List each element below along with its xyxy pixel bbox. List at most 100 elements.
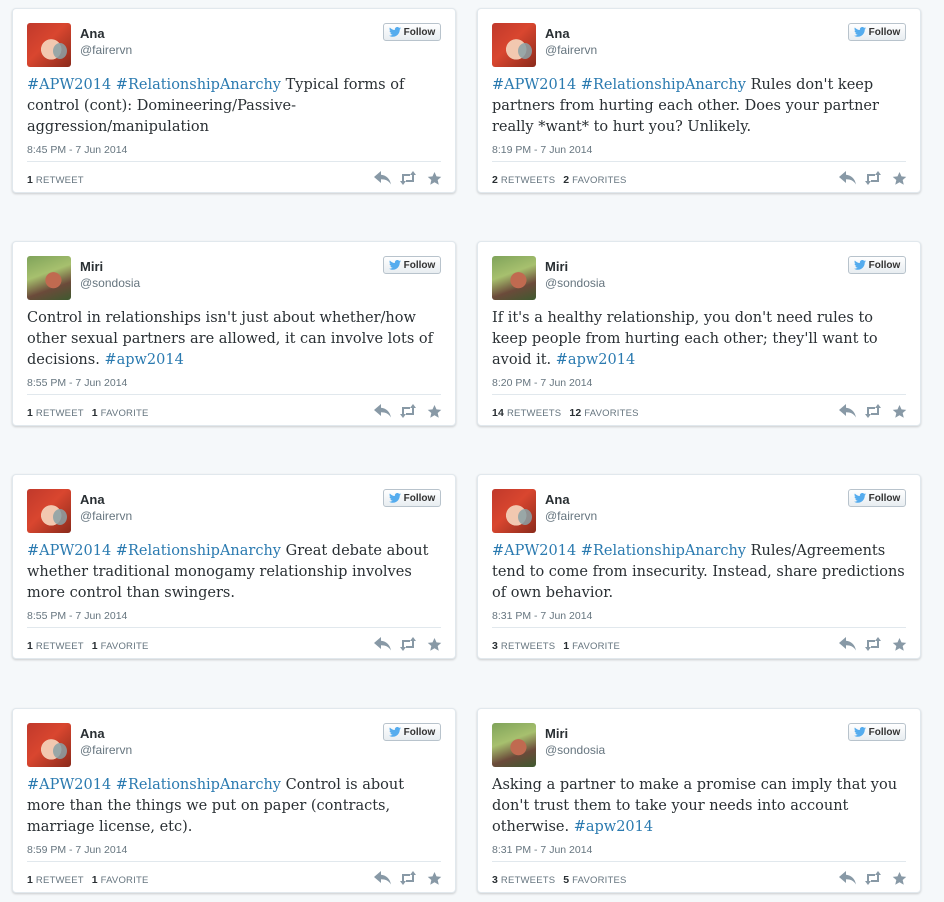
retweet-count[interactable]: 1 RETWEET [27, 874, 84, 886]
favorite-star-icon[interactable] [425, 869, 443, 887]
hashtag-link[interactable]: #RelationshipAnarchy [116, 77, 281, 93]
hashtag-link[interactable]: #apw2014 [556, 352, 635, 368]
retweet-icon[interactable] [864, 869, 882, 887]
favorite-star-icon[interactable] [425, 402, 443, 420]
follow-button[interactable]: Follow [383, 723, 441, 741]
tweet-timestamp[interactable]: 8:55 PM - 7 Jun 2014 [27, 377, 127, 389]
follow-button[interactable]: Follow [383, 23, 441, 41]
retweet-count[interactable]: 3 RETWEETS [492, 640, 555, 652]
hashtag-link[interactable]: #RelationshipAnarchy [116, 777, 281, 793]
avatar[interactable] [27, 256, 71, 300]
retweet-icon[interactable] [399, 635, 417, 653]
tweet-timestamp[interactable]: 8:59 PM - 7 Jun 2014 [27, 844, 127, 856]
author-handle[interactable]: @fairervn [80, 43, 132, 57]
follow-button[interactable]: Follow [383, 489, 441, 507]
avatar[interactable] [27, 23, 71, 67]
hashtag-link[interactable]: #RelationshipAnarchy [581, 77, 746, 93]
hashtag-link[interactable]: #APW2014 [27, 777, 111, 793]
hashtag-link[interactable]: #apw2014 [104, 352, 183, 368]
divider [492, 394, 906, 395]
favorite-count[interactable]: 1 FAVORITE [92, 874, 149, 886]
retweet-count[interactable]: 2 RETWEETS [492, 174, 555, 186]
hashtag-link[interactable]: #RelationshipAnarchy [116, 543, 281, 559]
favorite-star-icon[interactable] [425, 169, 443, 187]
avatar[interactable] [27, 723, 71, 767]
hashtag-link[interactable]: #APW2014 [492, 77, 576, 93]
hashtag-link[interactable]: #APW2014 [27, 543, 111, 559]
author-handle[interactable]: @fairervn [80, 509, 132, 523]
author-handle[interactable]: @sondosia [545, 276, 605, 290]
author-name[interactable]: Miri [80, 259, 103, 274]
reply-icon[interactable] [838, 635, 856, 653]
tweet-timestamp[interactable]: 8:20 PM - 7 Jun 2014 [492, 377, 592, 389]
favorite-count[interactable]: 1 FAVORITE [563, 640, 620, 652]
tweet-timestamp[interactable]: 8:45 PM - 7 Jun 2014 [27, 144, 127, 156]
hashtag-link[interactable]: #apw2014 [574, 819, 653, 835]
avatar[interactable] [492, 23, 536, 67]
follow-label: Follow [403, 26, 436, 38]
retweet-icon[interactable] [864, 635, 882, 653]
retweet-count[interactable]: 1 RETWEET [27, 174, 84, 186]
favorite-star-icon[interactable] [890, 869, 908, 887]
favorite-star-icon[interactable] [890, 402, 908, 420]
author-name[interactable]: Ana [80, 26, 105, 41]
tweet-timestamp[interactable]: 8:19 PM - 7 Jun 2014 [492, 144, 592, 156]
favorite-count[interactable]: 5 FAVORITES [563, 874, 626, 886]
retweet-icon[interactable] [864, 402, 882, 420]
favorite-count[interactable]: 1 FAVORITE [92, 407, 149, 419]
avatar[interactable] [27, 489, 71, 533]
hashtag-link[interactable]: #APW2014 [27, 77, 111, 93]
retweet-count[interactable]: 3 RETWEETS [492, 874, 555, 886]
author-handle[interactable]: @sondosia [545, 743, 605, 757]
author-name[interactable]: Ana [545, 26, 570, 41]
tweet-timestamp[interactable]: 8:31 PM - 7 Jun 2014 [492, 610, 592, 622]
author-handle[interactable]: @fairervn [545, 43, 597, 57]
author-handle[interactable]: @fairervn [545, 509, 597, 523]
retweet-icon[interactable] [399, 869, 417, 887]
follow-button[interactable]: Follow [848, 23, 906, 41]
retweet-count[interactable]: 14 RETWEETS [492, 407, 561, 419]
reply-icon[interactable] [373, 635, 391, 653]
follow-button[interactable]: Follow [383, 256, 441, 274]
favorite-count[interactable]: 2 FAVORITES [563, 174, 626, 186]
retweet-icon[interactable] [864, 169, 882, 187]
author-name[interactable]: Miri [545, 726, 568, 741]
favorite-count[interactable]: 1 FAVORITE [92, 640, 149, 652]
tweet-text: Asking a partner to make a promise can i… [492, 775, 906, 838]
tweet-timestamp[interactable]: 8:31 PM - 7 Jun 2014 [492, 844, 592, 856]
reply-icon[interactable] [838, 869, 856, 887]
author-name[interactable]: Miri [545, 259, 568, 274]
reply-icon[interactable] [373, 169, 391, 187]
hashtag-link[interactable]: #APW2014 [492, 543, 576, 559]
follow-button[interactable]: Follow [848, 723, 906, 741]
follow-button[interactable]: Follow [848, 256, 906, 274]
author-name[interactable]: Ana [80, 492, 105, 507]
author-name[interactable]: Ana [545, 492, 570, 507]
hashtag-link[interactable]: #RelationshipAnarchy [581, 543, 746, 559]
reply-icon[interactable] [373, 402, 391, 420]
tweet-text: #APW2014 #RelationshipAnarchy Control is… [27, 775, 441, 838]
tweet-stats: 14 RETWEETS 12 FAVORITES [492, 407, 639, 419]
tweet-timestamp[interactable]: 8:55 PM - 7 Jun 2014 [27, 610, 127, 622]
twitter-bird-icon [388, 493, 401, 503]
avatar[interactable] [492, 723, 536, 767]
author-handle[interactable]: @fairervn [80, 743, 132, 757]
retweet-count[interactable]: 1 RETWEET [27, 640, 84, 652]
favorite-star-icon[interactable] [425, 635, 443, 653]
reply-icon[interactable] [838, 169, 856, 187]
avatar[interactable] [492, 256, 536, 300]
avatar[interactable] [492, 489, 536, 533]
favorite-count[interactable]: 12 FAVORITES [569, 407, 638, 419]
author-handle[interactable]: @sondosia [80, 276, 140, 290]
retweet-icon[interactable] [399, 402, 417, 420]
follow-label: Follow [868, 726, 901, 738]
favorite-star-icon[interactable] [890, 635, 908, 653]
tweet-card: Miri @sondosia Follow If it's a healthy … [477, 241, 921, 426]
favorite-star-icon[interactable] [890, 169, 908, 187]
retweet-count[interactable]: 1 RETWEET [27, 407, 84, 419]
retweet-icon[interactable] [399, 169, 417, 187]
author-name[interactable]: Ana [80, 726, 105, 741]
reply-icon[interactable] [373, 869, 391, 887]
follow-button[interactable]: Follow [848, 489, 906, 507]
reply-icon[interactable] [838, 402, 856, 420]
